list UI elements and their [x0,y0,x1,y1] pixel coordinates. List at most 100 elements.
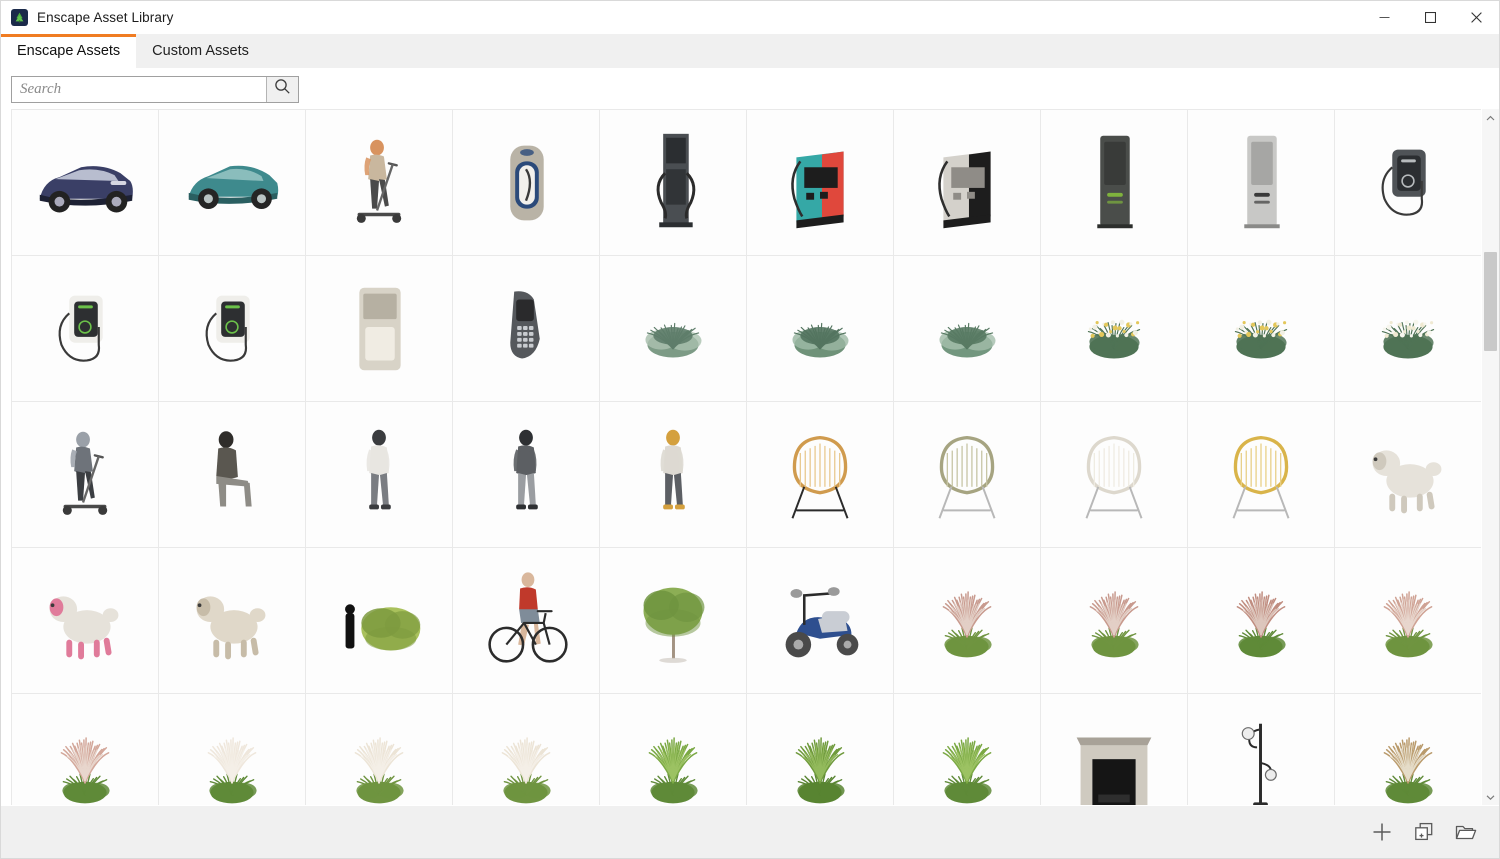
asset-cell-electric-suv-dark-blue[interactable] [12,110,158,255]
tab-bar: Enscape Assets Custom Assets [1,34,1499,69]
bottom-toolbar [1,805,1499,858]
ev-charging-post-beige-blue-thumbnail [453,110,599,255]
minimize-button[interactable] [1361,1,1407,34]
asset-cell-shrub-wide-sage[interactable] [747,256,893,401]
asset-cell-ornamental-grass-cream-thin[interactable] [306,694,452,805]
asset-cell-ornamental-grass-spray[interactable] [1335,548,1481,693]
asset-cell-air-cooler-unit[interactable] [306,256,452,401]
asset-cell-man-standing-phone[interactable] [600,402,746,547]
tab-custom-assets[interactable]: Custom Assets [136,34,265,68]
add-asset-button[interactable] [1363,813,1401,851]
scrollbar-track[interactable] [1482,126,1499,788]
ev-charging-column-dark-thumbnail [600,110,746,255]
flowering-plant-yellow-medium-thumbnail [1188,256,1334,401]
asset-cell-ev-fast-charger-teal-red[interactable] [747,110,893,255]
asset-cell-street-lamp-post[interactable] [1188,694,1334,805]
asset-cell-man-seated-suit[interactable] [159,402,305,547]
ornamental-grass-cream-thin-thumbnail [306,694,452,805]
window-controls [1361,1,1499,34]
asset-cell-ornamental-grass-tall-plumes[interactable] [1041,548,1187,693]
asset-cell-deciduous-tree-with-scale[interactable] [600,548,746,693]
asset-cell-ornamental-grass-pink-low[interactable] [12,694,158,805]
asset-cell-drop-chair-mustard[interactable] [1188,402,1334,547]
search-box [11,75,299,103]
asset-cell-ev-charging-post-beige-blue[interactable] [453,110,599,255]
electric-moped-blue-thumbnail [747,548,893,693]
asset-cell-ev-charging-pillar-slim[interactable] [1188,110,1334,255]
asset-cell-flowering-plant-white-tuft[interactable] [1335,256,1481,401]
ornamental-grass-green-wide-thumbnail [747,694,893,805]
asset-cell-ev-wallbox-charger-small[interactable] [159,256,305,401]
search-button[interactable] [266,76,298,102]
flowering-plant-white-tuft-thumbnail [1335,256,1481,401]
tab-enscape-assets[interactable]: Enscape Assets [1,34,137,69]
asset-cell-ev-charging-pillar-green[interactable] [1041,110,1187,255]
asset-cell-ornamental-grass-cream-wide[interactable] [453,694,599,805]
asset-cell-ev-wallbox-charger-cable[interactable] [12,256,158,401]
scroll-up-button[interactable] [1482,109,1499,126]
asset-cell-man-standing-casual[interactable] [306,402,452,547]
fireplace-mantel-thumbnail [1041,694,1187,805]
bush-with-scale-figure-thumbnail [306,548,452,693]
chevron-up-icon [1486,109,1495,127]
man-seated-suit-thumbnail [159,402,305,547]
ornamental-grass-white-plumes-thumbnail [159,694,305,805]
asset-cell-ev-fast-charger-grey[interactable] [894,110,1040,255]
asset-cell-ev-charging-column-dark[interactable] [600,110,746,255]
drop-chair-cream-thumbnail [1041,402,1187,547]
man-on-e-scooter-thumbnail [12,402,158,547]
asset-cell-flowering-plant-yellow-medium[interactable] [1188,256,1334,401]
ornamental-grass-tall-plumes-thumbnail [1041,548,1187,693]
ornamental-grass-compact-thumbnail [1188,548,1334,693]
asset-cell-drop-chair-olive[interactable] [894,402,1040,547]
asset-cell-ornamental-grass-green-wide[interactable] [747,694,893,805]
asset-cell-dog-poodle-pink-coat[interactable] [12,548,158,693]
asset-cell-shrub-small-sage[interactable] [894,256,1040,401]
asset-cell-woman-on-e-scooter[interactable] [306,110,452,255]
scroll-down-button[interactable] [1482,788,1499,805]
asset-cell-rattan-lounge-chair[interactable] [747,402,893,547]
duplicate-asset-button[interactable] [1405,813,1443,851]
electric-suv-dark-blue-thumbnail [12,110,158,255]
asset-cell-man-on-e-scooter[interactable] [12,402,158,547]
flowering-plant-yellow-wide-thumbnail [1041,256,1187,401]
man-standing-phone-thumbnail [600,402,746,547]
air-cooler-unit-thumbnail [306,256,452,401]
ev-charging-pillar-slim-thumbnail [1188,110,1334,255]
asset-cell-ev-wallbox-charger-dark[interactable] [1335,110,1481,255]
tab-enscape-assets-label: Enscape Assets [17,43,121,59]
asset-cell-dog-poodle-lying[interactable] [159,548,305,693]
maximize-button[interactable] [1407,1,1453,34]
asset-cell-dog-poodle-standing[interactable] [1335,402,1481,547]
asset-cell-fireplace-mantel[interactable] [1041,694,1187,805]
asset-cell-ornamental-grass-seed-heads[interactable] [1335,694,1481,805]
asset-cell-cordless-phone-handset[interactable] [453,256,599,401]
asset-cell-ornamental-grass-white-plumes[interactable] [159,694,305,805]
man-standing-casual-thumbnail [306,402,452,547]
asset-cell-ornamental-grass-compact[interactable] [1188,548,1334,693]
asset-grid [11,109,1481,805]
vertical-scrollbar[interactable] [1481,109,1499,805]
asset-cell-shrub-low-sage[interactable] [600,256,746,401]
asset-cell-flowering-plant-yellow-wide[interactable] [1041,256,1187,401]
open-folder-button[interactable] [1447,813,1485,851]
asset-cell-electric-city-car-teal[interactable] [159,110,305,255]
tab-custom-assets-label: Custom Assets [152,43,249,59]
ornamental-grass-pink-low-thumbnail [12,694,158,805]
asset-cell-man-with-bicycle[interactable] [453,548,599,693]
search-input[interactable] [12,76,266,102]
shrub-small-sage-thumbnail [894,256,1040,401]
scrollbar-thumb[interactable] [1484,251,1497,352]
street-lamp-post-thumbnail [1188,694,1334,805]
asset-cell-ornamental-grass-green-round[interactable] [894,694,1040,805]
woman-on-e-scooter-thumbnail [306,110,452,255]
asset-cell-electric-moped-blue[interactable] [747,548,893,693]
ev-wallbox-charger-dark-thumbnail [1335,110,1481,255]
asset-cell-drop-chair-cream[interactable] [1041,402,1187,547]
close-button[interactable] [1453,1,1499,34]
asset-cell-ornamental-grass-green-tuft[interactable] [600,694,746,805]
asset-cell-bush-with-scale-figure[interactable] [306,548,452,693]
asset-cell-man-standing-jacket[interactable] [453,402,599,547]
ornamental-grass-seed-heads-thumbnail [1335,694,1481,805]
asset-cell-ornamental-grass-pink-plumes[interactable] [894,548,1040,693]
